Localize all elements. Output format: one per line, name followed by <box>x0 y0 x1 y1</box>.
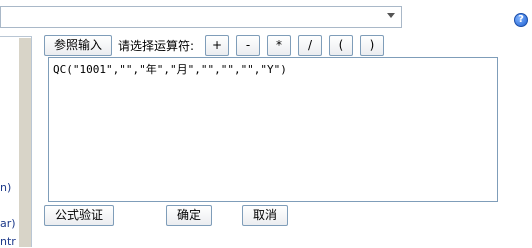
chevron-down-icon[interactable] <box>387 13 395 18</box>
operator-multiply-button[interactable]: * <box>267 35 291 56</box>
tree-item-fragment[interactable]: ntr <box>0 235 16 248</box>
tree-item-fragment[interactable]: ar) <box>0 217 16 230</box>
tree-item-fragment[interactable]: n) <box>0 181 11 194</box>
ok-button[interactable]: 确定 <box>166 205 212 226</box>
operator-right-paren-button[interactable]: ) <box>360 35 384 56</box>
tree-scrollbar[interactable] <box>19 38 31 247</box>
operator-plus-button[interactable]: + <box>205 35 229 56</box>
formula-textarea[interactable]: QC("1001","","年","月","","","","Y") <box>48 57 498 202</box>
operator-left-paren-button[interactable]: ( <box>329 35 353 56</box>
expression-select[interactable] <box>0 6 402 28</box>
operator-minus-button[interactable]: - <box>236 35 260 56</box>
reference-input-button[interactable]: 参照输入 <box>44 35 112 56</box>
validate-formula-button[interactable]: 公式验证 <box>44 205 114 226</box>
cancel-button[interactable]: 取消 <box>242 205 288 226</box>
operator-prompt: 请选择运算符: <box>118 39 195 53</box>
help-icon[interactable]: ? <box>514 13 528 27</box>
operator-divide-button[interactable]: / <box>298 35 322 56</box>
